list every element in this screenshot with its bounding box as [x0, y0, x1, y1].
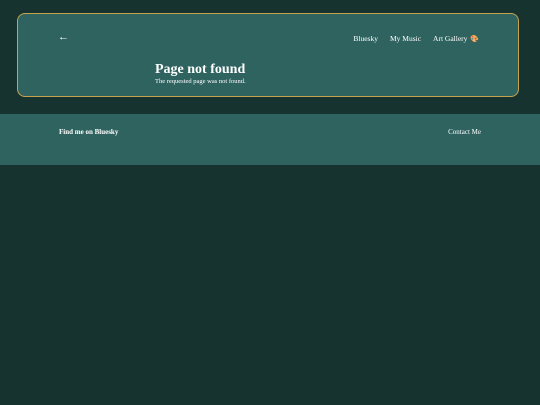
- nav-link-bluesky[interactable]: Bluesky: [353, 34, 378, 43]
- footer-link-bluesky[interactable]: Find me on Bluesky: [59, 128, 118, 136]
- header-card: ← Bluesky My Music Art Gallery 🎨 Page no…: [17, 13, 519, 97]
- footer-link-contact[interactable]: Contact Me: [448, 128, 481, 136]
- page-title: Page not found: [155, 62, 246, 77]
- top-nav: Bluesky My Music Art Gallery 🎨: [353, 34, 479, 43]
- page-subtitle: The requested page was not found.: [155, 78, 246, 85]
- nav-link-art-gallery[interactable]: Art Gallery 🎨: [433, 34, 479, 43]
- back-arrow-icon[interactable]: ←: [58, 31, 69, 43]
- footer: Find me on Bluesky Contact Me: [0, 114, 540, 165]
- nav-link-art-gallery-label: Art Gallery: [433, 34, 468, 43]
- nav-link-my-music[interactable]: My Music: [390, 34, 421, 43]
- title-block: Page not found The requested page was no…: [155, 62, 246, 86]
- page: ← Bluesky My Music Art Gallery 🎨 Page no…: [0, 0, 540, 405]
- palette-icon: 🎨: [470, 35, 479, 43]
